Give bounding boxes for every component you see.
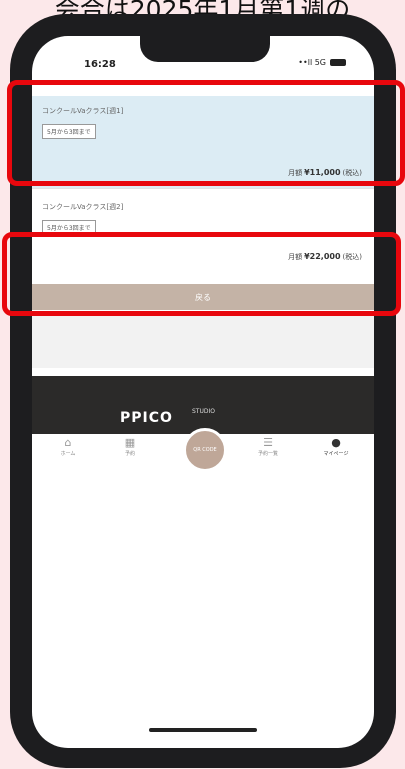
home-indicator[interactable] bbox=[149, 728, 257, 732]
brand-logo-sub: STUDIO bbox=[192, 408, 215, 415]
tab-reserve[interactable]: ▦ 予約 bbox=[108, 436, 152, 457]
highlight-box-plan bbox=[7, 80, 405, 186]
signal-icon: ••ll 5G bbox=[298, 58, 326, 67]
highlight-box-return bbox=[2, 232, 401, 316]
battery-icon bbox=[330, 59, 346, 66]
tab-home[interactable]: ⌂ ホーム bbox=[46, 436, 90, 457]
home-icon: ⌂ bbox=[64, 436, 72, 449]
tab-reservation-list[interactable]: ☰ 予約一覧 bbox=[246, 436, 290, 457]
qr-code-button[interactable]: QR CODE bbox=[183, 428, 227, 472]
calendar-icon: ▦ bbox=[124, 436, 136, 449]
notch bbox=[140, 36, 270, 62]
divider bbox=[32, 188, 374, 189]
spacer-band bbox=[32, 314, 374, 368]
status-indicators: ••ll 5G bbox=[298, 58, 346, 67]
footer-banner bbox=[32, 376, 374, 436]
status-time: 16:28 bbox=[84, 59, 116, 70]
list-icon: ☰ bbox=[263, 436, 273, 449]
user-icon: ● bbox=[331, 436, 341, 449]
tab-mypage[interactable]: ● マイページ bbox=[314, 436, 358, 457]
brand-logo: PPICO bbox=[120, 410, 173, 426]
plan-title: コンクールVaクラス[週2] bbox=[42, 203, 124, 211]
